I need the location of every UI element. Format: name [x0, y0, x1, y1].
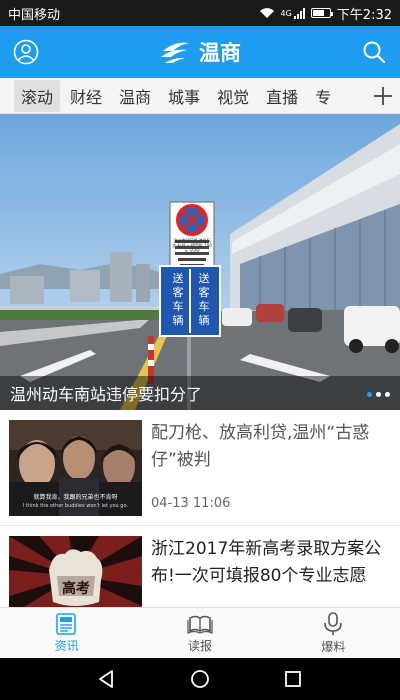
sign-notice: 温州南站区域 违反标志·标线 一律罚款 100元 记3分 [172, 238, 212, 253]
clock: 下午2:32 [336, 7, 392, 23]
news-item[interactable]: 高考 浙江2017年新高考录取方案公布!一次可填报80个专业志愿 [0, 526, 400, 607]
home-icon[interactable] [190, 669, 210, 689]
battery-icon [310, 8, 333, 18]
app-logo: 温商 [159, 37, 241, 67]
tab-wenshang[interactable]: 温商 [112, 80, 158, 112]
nav-news[interactable]: 资讯 [0, 608, 133, 658]
tab-live[interactable]: 直播 [259, 80, 305, 112]
carousel-dot[interactable] [367, 392, 372, 397]
tab-scroll[interactable]: 滚动 [14, 79, 61, 112]
recents-icon[interactable] [283, 669, 303, 689]
news-time: 04-13 11:06 [151, 496, 231, 511]
news-title: 浙江2017年新高考录取方案公布!一次可填报80个专业志愿 [151, 539, 382, 586]
wifi-icon [259, 8, 274, 18]
thumb-text: 高考 [62, 581, 90, 597]
news-thumbnail: 高考 [9, 536, 142, 607]
thumb-subtitle-en: I think the other buddies won't let you … [22, 503, 129, 509]
news-thumbnail: 就算我肯，我跟的兄弟也不肯呀 I think the other buddies… [9, 420, 142, 516]
back-icon[interactable] [97, 669, 117, 689]
microphone-icon [324, 611, 343, 635]
network-type: 4G [280, 8, 292, 18]
plus-icon[interactable] [366, 78, 400, 113]
wenshang-logo-icon [161, 42, 189, 63]
thumb-subtitle-cn: 就算我肯，我跟的兄弟也不肯呀 [33, 494, 118, 501]
app-header: 温商 [0, 26, 400, 78]
carousel-dot[interactable] [376, 392, 381, 397]
nav-label: 爆料 [321, 639, 346, 654]
status-bar: 中国移动 4G 下午2:32 [0, 0, 400, 26]
nav-newspaper[interactable]: 读报 [133, 608, 266, 658]
status-icons: 4G 下午2:32 [259, 4, 392, 23]
carousel-dot[interactable] [385, 392, 390, 397]
bottom-nav: 资讯 读报 爆料 [0, 607, 400, 658]
news-title: 配刀枪、放高利贷,温州“古惑仔”被判 [151, 423, 370, 470]
hero-caption: 温州动车南站违停要扣分了 [0, 376, 400, 410]
search-icon[interactable] [360, 38, 388, 66]
newspaper-icon [187, 615, 213, 634]
sign-text-right: 送客车辆 [198, 272, 210, 327]
app-title: 温商 [199, 41, 241, 65]
news-item[interactable]: 就算我肯，我跟的兄弟也不肯呀 I think the other buddies… [0, 410, 400, 526]
news-icon [55, 612, 76, 635]
category-tabs: 滚动 财经 温商 城事 视觉 直播 专 [0, 78, 400, 114]
tab-finance[interactable]: 财经 [63, 80, 109, 112]
hero-banner[interactable]: 送客车辆 送客车辆 温州南站区域 违反标志·标线 一律罚款 100元 记3分 温… [0, 114, 400, 410]
sign-text-left: 送客车辆 [172, 272, 184, 327]
nav-label: 资讯 [54, 638, 79, 653]
user-icon[interactable] [12, 38, 40, 66]
nav-tipoff[interactable]: 爆料 [267, 608, 400, 658]
tab-special[interactable]: 专 [308, 80, 338, 112]
system-nav-bar [0, 658, 400, 700]
tab-visual[interactable]: 视觉 [210, 80, 256, 112]
carrier-label: 中国移动 [8, 7, 61, 23]
tab-city[interactable]: 城事 [161, 80, 207, 112]
nav-label: 读报 [187, 638, 212, 653]
signal-icon [293, 7, 305, 19]
carousel-dots [367, 392, 390, 397]
